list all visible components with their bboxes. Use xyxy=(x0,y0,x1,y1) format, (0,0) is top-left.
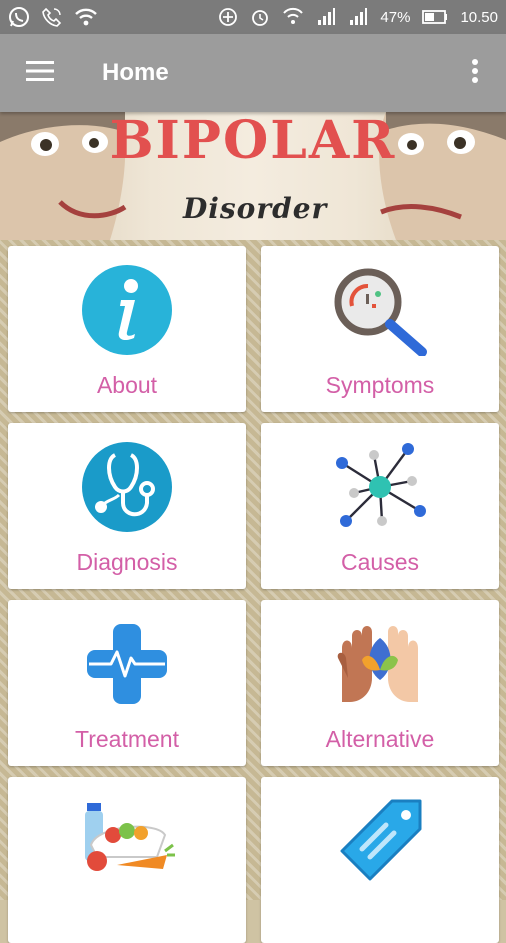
menu-card-diet[interactable] xyxy=(8,777,246,943)
signal-icon xyxy=(316,7,336,27)
menu-card-causes[interactable]: Causes xyxy=(261,423,499,589)
page-title: Home xyxy=(102,59,169,86)
menu-card-label: Treatment xyxy=(75,726,179,752)
info-icon xyxy=(8,264,246,364)
overflow-menu-button[interactable] xyxy=(460,34,490,112)
wifi-call-icon xyxy=(282,7,304,27)
clock: 10.50 xyxy=(460,8,498,26)
menu-card-label: Diagnosis xyxy=(76,549,178,575)
tag-icon xyxy=(261,795,499,895)
navigation-drawer-button[interactable] xyxy=(0,34,80,112)
menu-card-label: Alternative xyxy=(325,726,435,752)
menu-grid: About Symptoms Diagnosis Causes Treatmen… xyxy=(0,240,506,943)
app-bar: Home xyxy=(0,34,506,112)
banner-title: BIPOLAR xyxy=(109,112,397,171)
menu-card-alternative[interactable]: Alternative xyxy=(261,600,499,766)
banner-subtitle: Disorder xyxy=(183,192,328,225)
signal-icon xyxy=(348,7,368,27)
menu-card-label: About xyxy=(96,372,158,398)
menu-card-label: Causes xyxy=(341,549,419,575)
stethoscope-icon xyxy=(8,441,246,541)
status-bar: 47% 10.50 xyxy=(0,0,506,34)
hamburger-menu-icon xyxy=(26,60,54,86)
alarm-icon xyxy=(250,7,270,27)
menu-card-tags[interactable] xyxy=(261,777,499,943)
more-vert-icon xyxy=(471,59,479,87)
header-banner: BIPOLAR Disorder xyxy=(0,112,506,240)
menu-card-about[interactable]: About xyxy=(8,246,246,412)
menu-card-symptoms[interactable]: Symptoms xyxy=(261,246,499,412)
whatsapp-icon xyxy=(8,6,30,28)
menu-card-treatment[interactable]: Treatment xyxy=(8,600,246,766)
network-icon xyxy=(261,441,499,541)
hands-leaf-icon xyxy=(261,618,499,718)
data-saver-icon xyxy=(218,7,238,27)
menu-card-diagnosis[interactable]: Diagnosis xyxy=(8,423,246,589)
medical-cross-icon xyxy=(8,618,246,718)
magnifier-icon xyxy=(261,264,499,364)
food-icon xyxy=(8,795,246,895)
menu-card-label: Symptoms xyxy=(325,372,435,398)
battery-percent: 47% xyxy=(380,8,411,26)
status-bar-right: 47% 10.50 xyxy=(218,7,498,27)
call-icon xyxy=(42,7,62,27)
wifi-icon xyxy=(74,7,98,27)
battery-icon xyxy=(422,9,448,25)
status-bar-left xyxy=(8,6,98,28)
